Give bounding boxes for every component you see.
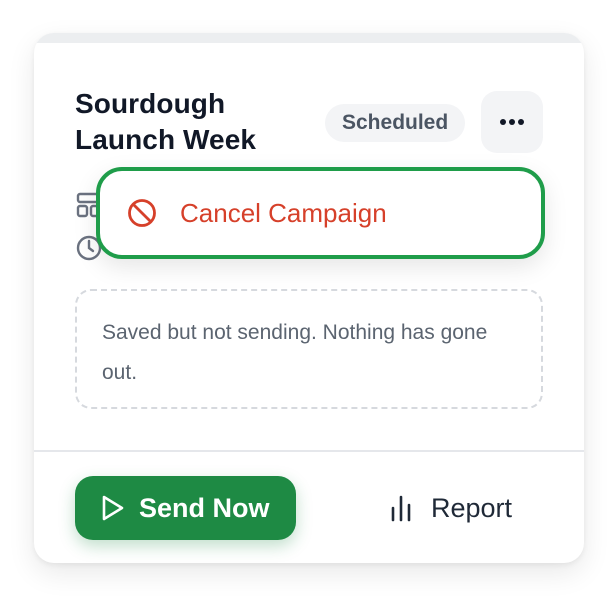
ban-icon <box>128 199 156 227</box>
more-horizontal-icon <box>500 119 524 125</box>
status-note: Saved but not sending. Nothing has gone … <box>75 289 543 409</box>
status-badge: Scheduled <box>325 104 466 142</box>
more-options-button[interactable] <box>481 91 543 153</box>
report-label: Report <box>431 492 513 523</box>
send-now-button[interactable]: Send Now <box>75 476 296 540</box>
cancel-campaign-menu-item[interactable]: Cancel Campaign <box>96 167 545 259</box>
bar-chart-icon <box>391 495 411 522</box>
cancel-campaign-label: Cancel Campaign <box>180 197 387 228</box>
footer-divider <box>34 450 584 452</box>
send-now-label: Send Now <box>139 492 270 523</box>
card-top-strip <box>34 33 584 43</box>
play-icon <box>102 495 124 521</box>
campaign-card: Sourdough Launch Week Scheduled Saved bu… <box>34 33 584 563</box>
campaign-title: Sourdough Launch Week <box>75 88 257 155</box>
report-button[interactable]: Report <box>389 476 512 540</box>
stage: Sourdough Launch Week Scheduled Saved bu… <box>0 0 616 598</box>
